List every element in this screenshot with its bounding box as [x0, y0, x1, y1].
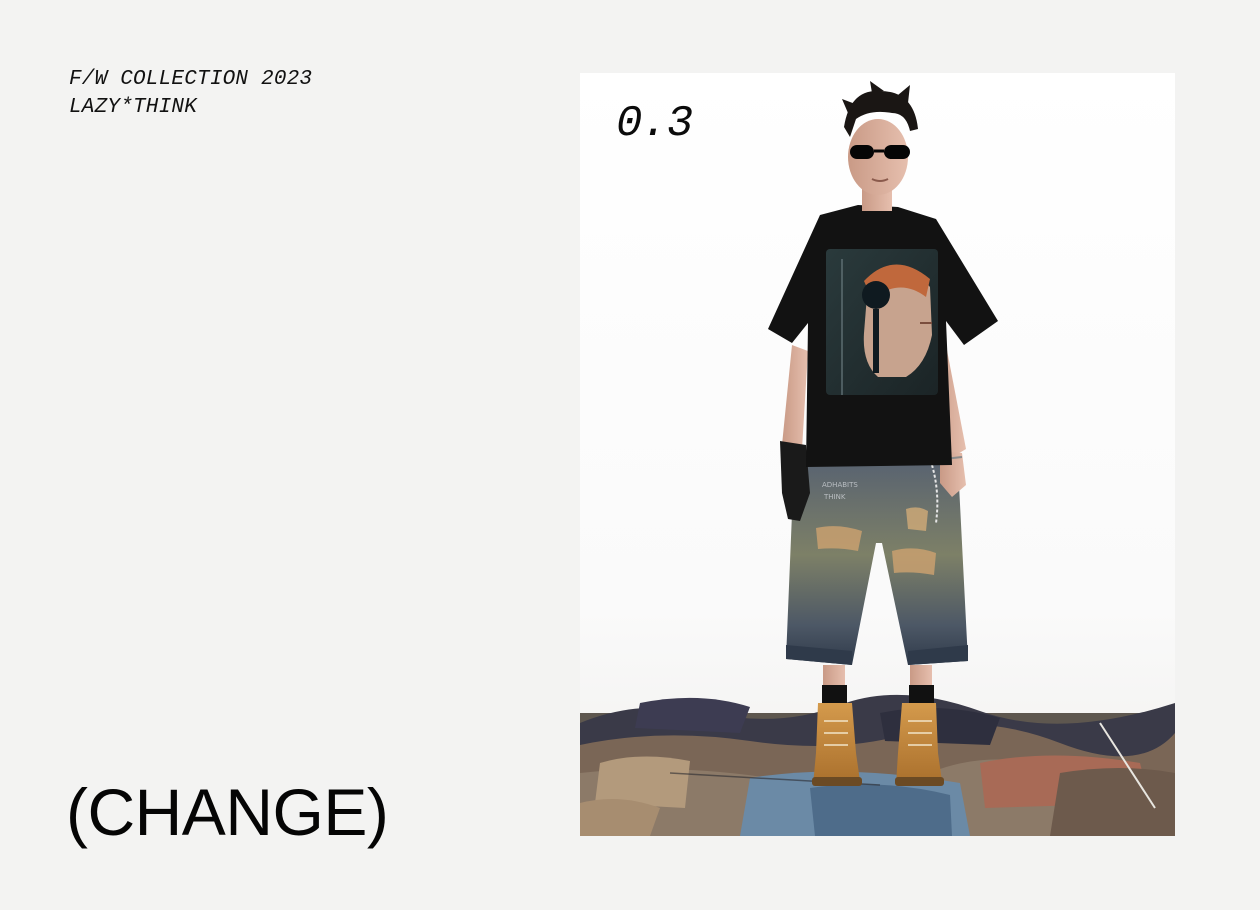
collection-title: F/W COLLECTION 2023 [69, 68, 313, 91]
denim-shorts: ADHABITS THINK [786, 464, 968, 665]
svg-text:ADHABITS: ADHABITS [822, 481, 858, 489]
svg-text:THINK: THINK [823, 493, 846, 501]
collection-info: F/W COLLECTION 2023 LAZY*THINK [69, 66, 312, 122]
head [842, 81, 918, 195]
model-photo: ADHABITS THINK [580, 81, 1175, 836]
page-headline: (CHANGE) [66, 775, 389, 849]
brand-name: LAZY*THINK [69, 96, 198, 119]
photo-panel[interactable]: 0.3 ADHABITS THINK [580, 73, 1175, 836]
clothes-pile [580, 694, 1175, 836]
photo-number: 0.3 [616, 99, 693, 149]
